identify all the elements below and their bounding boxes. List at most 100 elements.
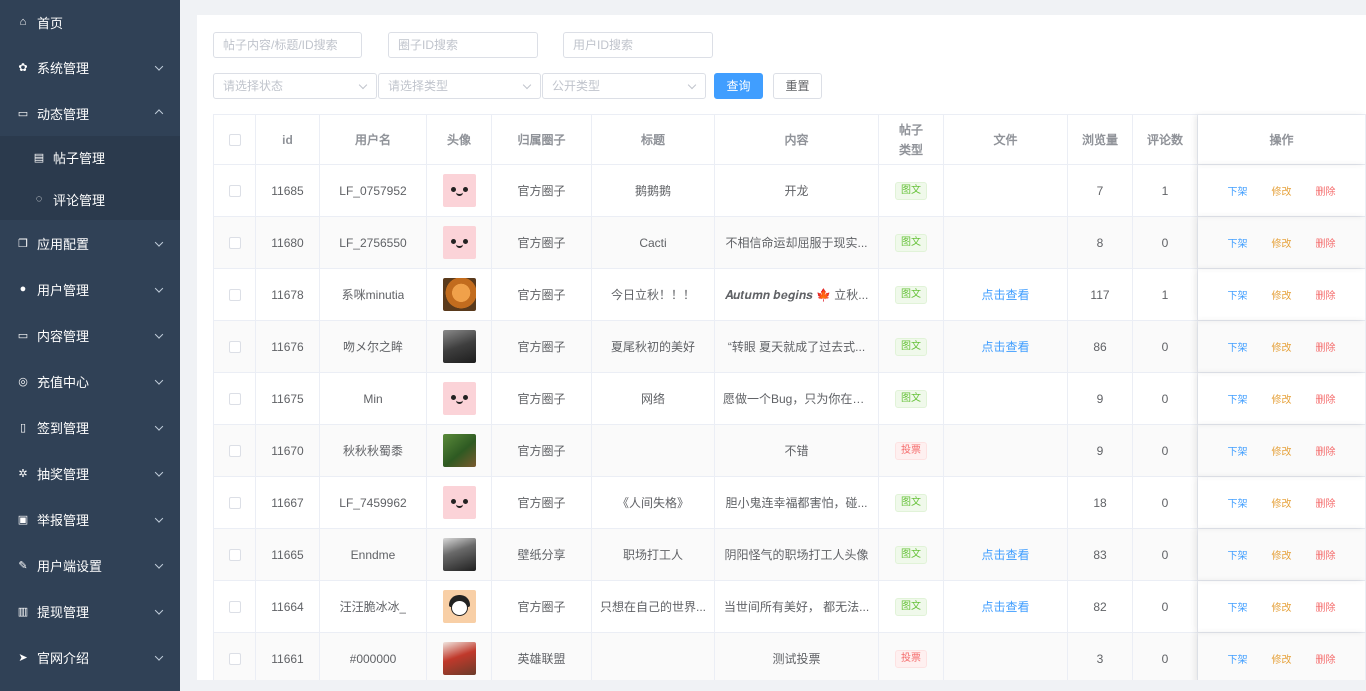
search-user-input[interactable]: 用户ID搜索 (563, 32, 713, 58)
sidebar-item[interactable]: ▯ 签到管理 (0, 404, 180, 450)
edit-button[interactable]: 修改 (1272, 443, 1292, 458)
coin-icon: ◎ (18, 375, 28, 388)
cell-text-circle: 壁纸分享 (517, 548, 566, 562)
chevron-down-icon (522, 80, 532, 90)
cell-text-id: 11675 (271, 391, 304, 406)
search-circle-input[interactable]: 圈子ID搜索 (388, 32, 538, 58)
header-cell-circle: 归属圈子 (492, 115, 592, 164)
edit-button[interactable]: 修改 (1272, 183, 1292, 198)
sidebar-item[interactable]: ▥ 提现管理 (0, 588, 180, 634)
chevron-down-icon (154, 284, 164, 295)
offline-button[interactable]: 下架 (1228, 287, 1248, 302)
row-checkbox[interactable] (228, 652, 241, 665)
offline-button[interactable]: 下架 (1228, 235, 1248, 250)
sidebar-item[interactable]: ◎ 充值中心 (0, 358, 180, 404)
row-checkbox[interactable] (228, 548, 241, 561)
sidebar-item[interactable]: ✎ 用户端设置 (0, 542, 180, 588)
offline-button[interactable]: 下架 (1228, 339, 1248, 354)
delete-button[interactable]: 删除 (1316, 495, 1336, 510)
book-icon: ▥ (17, 605, 29, 618)
edit-button[interactable]: 修改 (1272, 495, 1292, 510)
offline-button[interactable]: 下架 (1228, 443, 1248, 458)
view-file-link[interactable]: 点击查看 (981, 546, 1029, 563)
delete-button[interactable]: 删除 (1316, 599, 1336, 614)
sidebar-item[interactable]: ▣ 举报管理 (0, 496, 180, 542)
cell-cb (214, 633, 256, 680)
search-content-input[interactable]: 帖子内容/标题/ID搜索 (213, 32, 362, 58)
edit-button[interactable]: 修改 (1272, 391, 1292, 406)
avatar-feature (462, 187, 468, 192)
delete-button[interactable]: 删除 (1316, 183, 1336, 198)
offline-button[interactable]: 下架 (1228, 599, 1248, 614)
offline-button[interactable]: 下架 (1228, 183, 1248, 198)
status-select[interactable]: 请选择状态 (213, 73, 377, 99)
cell-cb (214, 373, 256, 424)
chevron-down-icon (687, 80, 697, 90)
delete-button[interactable]: 删除 (1316, 443, 1336, 458)
row-checkbox[interactable] (228, 340, 241, 353)
row-checkbox[interactable] (228, 184, 241, 197)
sidebar-item[interactable]: ⌂ 首页 (0, 0, 180, 44)
cell-text-views: 117 (1090, 287, 1110, 302)
post-type-tag: 图文 (895, 181, 927, 200)
sidebar-item[interactable]: ▤ 帖子管理 (0, 136, 180, 178)
cell-views: 7 (1068, 165, 1133, 216)
public-type-select[interactable]: 公开类型 (542, 73, 706, 99)
edit-button[interactable]: 修改 (1272, 547, 1292, 562)
sidebar-item[interactable]: ● 用户管理 (0, 266, 180, 312)
row-checkbox[interactable] (228, 444, 241, 457)
chevron-down-icon (154, 652, 164, 663)
cell-text-username: 秋秋秋蜀黍 (342, 444, 403, 458)
cell-text-content: “转眼 夏天就成了过去式... (727, 340, 866, 354)
view-file-link[interactable]: 点击查看 (981, 286, 1029, 303)
sidebar-item-label: 应用配置 (37, 236, 90, 252)
type-select[interactable]: 请选择类型 (378, 73, 541, 99)
edit-button[interactable]: 修改 (1272, 235, 1292, 250)
row-checkbox[interactable] (228, 236, 241, 249)
cell-text-title: 《人间失格》 (616, 496, 689, 510)
avatar-feature (450, 600, 468, 616)
cell-content: 开龙 (715, 165, 879, 216)
cell-text-username: LF_7459962 (339, 495, 407, 510)
cell-comments: 0 (1133, 425, 1198, 476)
row-checkbox[interactable] (228, 392, 241, 405)
header-label: 头像 (446, 133, 471, 147)
chevron-down-icon (154, 330, 164, 341)
sidebar-item[interactable]: ▭ 动态管理 (0, 90, 180, 136)
view-file-link[interactable]: 点击查看 (981, 338, 1029, 355)
offline-button[interactable]: 下架 (1228, 495, 1248, 510)
sidebar-item-label: 抽奖管理 (37, 466, 90, 482)
avatar-feature (455, 400, 463, 404)
delete-button[interactable]: 删除 (1316, 339, 1336, 354)
offline-button[interactable]: 下架 (1228, 391, 1248, 406)
query-button[interactable]: 查询 (714, 73, 763, 99)
sidebar-item[interactable]: ✿ 系统管理 (0, 44, 180, 90)
edit-button[interactable]: 修改 (1272, 287, 1292, 302)
select-all-checkbox[interactable] (228, 133, 241, 146)
sidebar-item[interactable]: ✲ 抽奖管理 (0, 450, 180, 496)
delete-button[interactable]: 删除 (1316, 547, 1336, 562)
sidebar-item[interactable]: ➤ 官网介绍 (0, 634, 180, 680)
delete-button[interactable]: 删除 (1316, 391, 1336, 406)
offline-button[interactable]: 下架 (1228, 651, 1248, 666)
offline-button[interactable]: 下架 (1228, 547, 1248, 562)
reset-button[interactable]: 重置 (773, 73, 822, 99)
sidebar-item[interactable]: ▭ 内容管理 (0, 312, 180, 358)
edit-button[interactable]: 修改 (1272, 339, 1292, 354)
row-checkbox[interactable] (228, 288, 241, 301)
edit-button[interactable]: 修改 (1272, 599, 1292, 614)
edit-button[interactable]: 修改 (1272, 651, 1292, 666)
post-type-tag: 图文 (895, 337, 927, 356)
delete-button[interactable]: 删除 (1316, 651, 1336, 666)
cell-text-username: Min (363, 391, 383, 406)
cell-text-comments: 0 (1161, 495, 1169, 510)
sidebar-item[interactable]: ◌ 评论管理 (0, 178, 180, 220)
row-checkbox[interactable] (228, 600, 241, 613)
public-type-select-placeholder: 公开类型 (552, 79, 601, 93)
cell-views: 82 (1068, 581, 1133, 632)
delete-button[interactable]: 删除 (1316, 235, 1336, 250)
sidebar-item[interactable]: ❐ 应用配置 (0, 220, 180, 266)
row-checkbox[interactable] (228, 496, 241, 509)
view-file-link[interactable]: 点击查看 (981, 598, 1029, 615)
delete-button[interactable]: 删除 (1316, 287, 1336, 302)
